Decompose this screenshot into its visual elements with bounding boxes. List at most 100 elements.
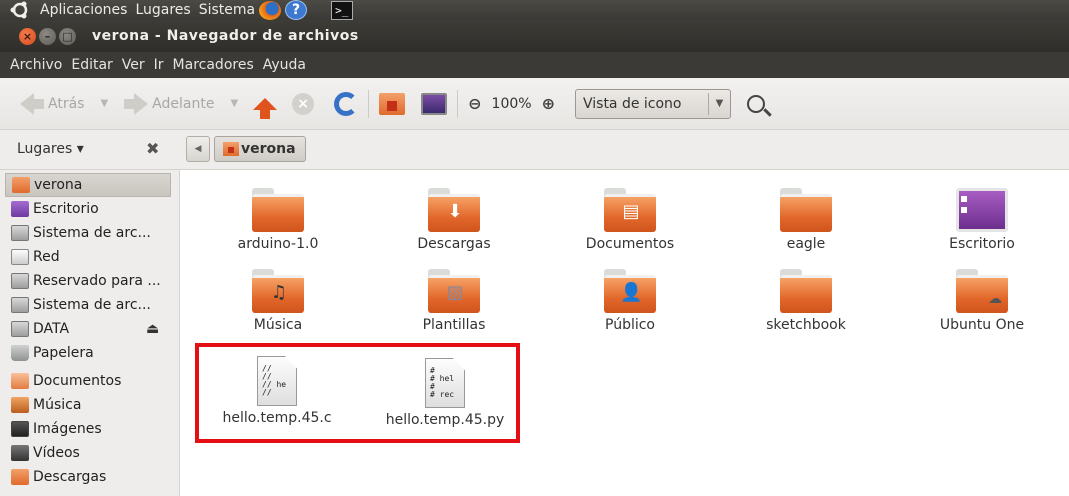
computer-icon[interactable] <box>421 92 448 115</box>
folder-icon <box>780 269 832 313</box>
folder-label: Público <box>605 317 655 333</box>
sidebar-item-label: Reservado para ... <box>33 273 161 289</box>
sidebar: verona Escritorio Sistema de arc... Red … <box>0 170 180 496</box>
firefox-icon[interactable] <box>259 0 282 20</box>
view-mode-select[interactable]: Vista de icono ▼ <box>574 88 731 119</box>
sidebar-item-musica[interactable]: Música <box>5 393 171 417</box>
panel-menu-system[interactable]: Sistema <box>199 2 255 18</box>
close-icon[interactable]: ✖ <box>146 139 159 158</box>
menu-bar: Archivo Editar Ver Ir Marcadores Ayuda <box>0 52 1069 78</box>
sidebar-item-label: Vídeos <box>33 445 80 461</box>
sidebar-item-label: Imágenes <box>33 421 102 437</box>
sidebar-item-label: Red <box>33 249 60 265</box>
highlight-box <box>195 343 520 443</box>
folder-item[interactable]: ▤ Documentos <box>560 188 700 252</box>
folder-icon <box>780 188 832 232</box>
network-icon <box>11 249 29 265</box>
drive-icon <box>11 273 29 289</box>
maximize-window-button[interactable]: □ <box>59 27 76 45</box>
breadcrumb[interactable]: verona <box>214 136 306 162</box>
eject-icon[interactable]: ⏏ <box>146 321 159 337</box>
zoom-in-icon[interactable]: ⊕ <box>542 94 555 113</box>
sidebar-item-label: Descargas <box>33 469 107 485</box>
view-mode-value: Vista de icono <box>582 95 682 112</box>
zoom-out-icon[interactable]: ⊖ <box>468 94 481 113</box>
folder-item[interactable]: ♫ Música <box>208 269 348 333</box>
menu-ir[interactable]: Ir <box>154 57 164 73</box>
folder-label: Documentos <box>585 236 675 252</box>
drive-icon <box>11 225 29 241</box>
templates-folder-icon: ▨ <box>428 269 480 313</box>
folder-item[interactable]: 👤 Público <box>560 269 700 333</box>
back-arrow-icon <box>20 92 34 115</box>
sidebar-item-imagenes[interactable]: Imágenes <box>5 417 171 441</box>
documents-folder-icon: ▤ <box>604 188 656 232</box>
menu-archivo[interactable]: Archivo <box>10 57 62 73</box>
sidebar-item-label: Sistema de arc... <box>33 297 151 313</box>
forward-button[interactable]: Adelante <box>124 92 214 115</box>
panel-menu-applications[interactable]: Aplicaciones <box>40 2 127 18</box>
folder-label: Descargas <box>417 236 491 252</box>
close-window-button[interactable]: × <box>19 27 36 45</box>
folder-label: Ubuntu One <box>939 317 1025 333</box>
folder-item[interactable]: ☁ Ubuntu One <box>912 269 1052 333</box>
trash-icon <box>11 345 29 361</box>
sidebar-item-data[interactable]: DATA ⏏ <box>5 317 171 341</box>
home-icon[interactable] <box>379 92 406 115</box>
folder-label: Plantillas <box>422 317 486 333</box>
places-dropdown[interactable]: Lugares ▾ <box>17 141 84 157</box>
downloads-icon <box>11 469 29 485</box>
menu-editar[interactable]: Editar <box>71 57 112 73</box>
path-scroll-left-button[interactable]: ◀ <box>186 136 210 162</box>
menu-ayuda[interactable]: Ayuda <box>263 57 306 73</box>
sidebar-item-descargas[interactable]: Descargas <box>5 465 171 489</box>
videos-icon <box>11 445 29 461</box>
sidebar-item-label: Música <box>33 397 82 413</box>
ubuntu-logo-icon[interactable] <box>10 0 32 20</box>
terminal-icon[interactable]: >_ <box>331 0 354 20</box>
menu-marcadores[interactable]: Marcadores <box>173 57 254 73</box>
location-row: Lugares ▾ ✖ ◀ verona <box>0 130 1069 170</box>
file-view: arduino-1.0 ⬇ Descargas ▤ Documentos eag… <box>181 170 1069 496</box>
up-icon[interactable] <box>252 91 278 119</box>
sidebar-item-label: Documentos <box>33 373 122 389</box>
sidebar-item-documentos[interactable]: Documentos <box>5 369 171 393</box>
sidebar-item-filesystem-2[interactable]: Sistema de arc... <box>5 293 171 317</box>
menu-ver[interactable]: Ver <box>122 57 145 73</box>
desktop-icon <box>11 201 29 217</box>
folder-item[interactable]: eagle <box>736 188 876 252</box>
reload-icon[interactable] <box>334 91 359 116</box>
sidebar-item-red[interactable]: Red <box>5 245 171 269</box>
zoom-level[interactable]: 100% <box>492 96 532 112</box>
folder-label: sketchbook <box>766 317 846 333</box>
documents-icon <box>11 373 29 389</box>
drive-icon <box>11 297 29 313</box>
back-history-dropdown[interactable]: ▼ <box>100 98 108 109</box>
chevron-down-icon: ▼ <box>707 92 730 115</box>
folder-item[interactable]: Escritorio <box>912 188 1052 252</box>
folder-label: Escritorio <box>949 236 1015 252</box>
sidebar-item-label: DATA <box>33 321 70 337</box>
toolbar-separator <box>457 89 459 118</box>
sidebar-item-verona[interactable]: verona <box>5 173 171 197</box>
toolbar-separator <box>368 89 370 118</box>
stop-icon[interactable]: × <box>292 92 315 115</box>
folder-item[interactable]: ▨ Plantillas <box>384 269 524 333</box>
panel-menu-places[interactable]: Lugares <box>135 2 190 18</box>
sidebar-item-escritorio[interactable]: Escritorio <box>5 197 171 221</box>
sidebar-item-videos[interactable]: Vídeos <box>5 441 171 465</box>
back-button[interactable]: Atrás <box>20 92 84 115</box>
folder-item[interactable]: ⬇ Descargas <box>384 188 524 252</box>
forward-arrow-icon <box>134 92 149 115</box>
folder-label: Música <box>253 317 303 333</box>
help-icon[interactable]: ? <box>285 0 308 20</box>
breadcrumb-label: verona <box>241 141 296 157</box>
sidebar-item-papelera[interactable]: Papelera <box>5 341 171 365</box>
folder-item[interactable]: sketchbook <box>736 269 876 333</box>
sidebar-item-reserved[interactable]: Reservado para ... <box>5 269 171 293</box>
forward-history-dropdown[interactable]: ▼ <box>230 98 238 109</box>
minimize-window-button[interactable]: – <box>39 27 56 45</box>
folder-item[interactable]: arduino-1.0 <box>208 188 348 252</box>
sidebar-item-filesystem[interactable]: Sistema de arc... <box>5 221 171 245</box>
search-icon[interactable] <box>746 94 765 113</box>
